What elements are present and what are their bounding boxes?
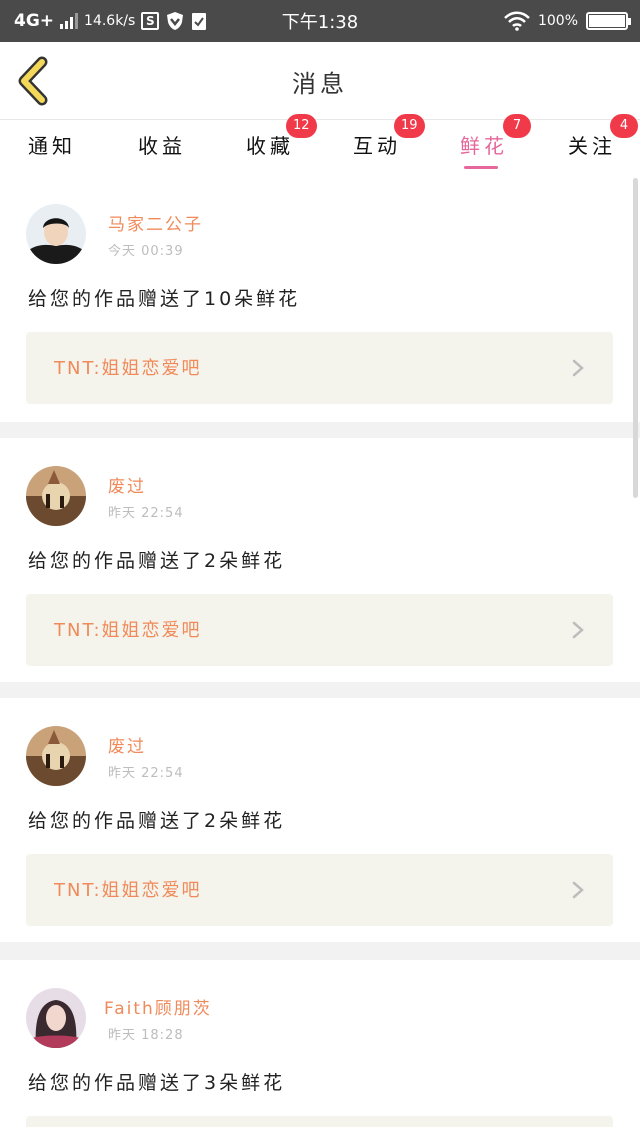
message-text: 给您的作品赠送了2朵鲜花 bbox=[28, 550, 286, 572]
quoted-work-title: TNT:姐姐恋爱吧 bbox=[54, 358, 202, 379]
quoted-work[interactable]: TNT:姐姐恋爱吧 bbox=[26, 594, 613, 666]
message-time: 昨天 22:54 bbox=[108, 506, 184, 521]
favorites-badge: 12 bbox=[286, 114, 317, 138]
quoted-work-title: TNT:姐姐恋爱吧 bbox=[54, 620, 202, 641]
message-time: 昨天 22:54 bbox=[108, 766, 184, 781]
active-tab-indicator bbox=[464, 166, 498, 169]
chevron-right-icon bbox=[572, 881, 584, 899]
status-right: 100% bbox=[504, 0, 631, 42]
page-title: 消息 bbox=[292, 70, 348, 98]
message-card: 马家二公子 今天 00:39 给您的作品赠送了10朵鲜花 TNT:姐姐恋爱吧 bbox=[0, 176, 640, 422]
message-card: 废过 昨天 22:54 给您的作品赠送了2朵鲜花 TNT:姐姐恋爱吧 bbox=[0, 698, 640, 942]
avatar[interactable] bbox=[26, 726, 86, 786]
scrollbar[interactable] bbox=[633, 178, 638, 498]
avatar-image bbox=[26, 988, 86, 1048]
quoted-work-title: TNT:姐姐恋爱吧 bbox=[54, 880, 202, 901]
avatar-image bbox=[26, 726, 86, 786]
tab-bar: 通知 收益 收藏 12 互动 19 鲜花 7 关注 4 bbox=[0, 114, 640, 176]
message-text: 给您的作品赠送了10朵鲜花 bbox=[28, 288, 301, 310]
avatar[interactable] bbox=[26, 988, 86, 1048]
wifi-icon bbox=[504, 11, 530, 31]
battery-icon bbox=[586, 12, 631, 30]
message-card: 废过 昨天 22:54 给您的作品赠送了2朵鲜花 TNT:姐姐恋爱吧 bbox=[0, 438, 640, 682]
user-name[interactable]: 废过 bbox=[108, 732, 146, 757]
tab-notifications[interactable]: 通知 bbox=[28, 130, 76, 159]
user-name[interactable]: 废过 bbox=[108, 472, 146, 497]
tab-interactions[interactable]: 互动 bbox=[353, 130, 401, 159]
chevron-right-icon bbox=[572, 359, 584, 377]
status-bar: 4G+ 14.6k/s S 下午1:38 100% bbox=[0, 0, 640, 42]
following-badge: 4 bbox=[610, 114, 638, 138]
tab-earnings[interactable]: 收益 bbox=[138, 130, 186, 159]
avatar-image bbox=[26, 204, 86, 264]
avatar[interactable] bbox=[26, 466, 86, 526]
message-time: 昨天 18:28 bbox=[108, 1028, 184, 1043]
quoted-work[interactable]: TNT:姐姐恋爱吧 bbox=[26, 332, 613, 404]
avatar[interactable] bbox=[26, 204, 86, 264]
user-name[interactable]: 马家二公子 bbox=[108, 210, 203, 235]
tab-favorites[interactable]: 收藏 bbox=[246, 130, 294, 159]
message-text: 给您的作品赠送了3朵鲜花 bbox=[28, 1072, 286, 1094]
quoted-work[interactable] bbox=[26, 1116, 613, 1127]
message-time: 今天 00:39 bbox=[108, 244, 184, 259]
battery-percent: 100% bbox=[537, 13, 578, 29]
tab-flowers[interactable]: 鲜花 bbox=[460, 130, 508, 159]
message-text: 给您的作品赠送了2朵鲜花 bbox=[28, 810, 286, 832]
avatar-image bbox=[26, 466, 86, 526]
tab-following[interactable]: 关注 bbox=[568, 130, 616, 159]
chevron-right-icon bbox=[572, 621, 584, 639]
flowers-badge: 7 bbox=[503, 114, 531, 138]
page-header: 消息 bbox=[0, 42, 640, 120]
user-name[interactable]: Faith顾朋茨 bbox=[104, 994, 212, 1019]
interactions-badge: 19 bbox=[394, 114, 425, 138]
message-card: Faith顾朋茨 昨天 18:28 给您的作品赠送了3朵鲜花 bbox=[0, 960, 640, 1127]
message-feed[interactable]: 马家二公子 今天 00:39 给您的作品赠送了10朵鲜花 TNT:姐姐恋爱吧 废… bbox=[0, 176, 640, 1127]
quoted-work[interactable]: TNT:姐姐恋爱吧 bbox=[26, 854, 613, 926]
